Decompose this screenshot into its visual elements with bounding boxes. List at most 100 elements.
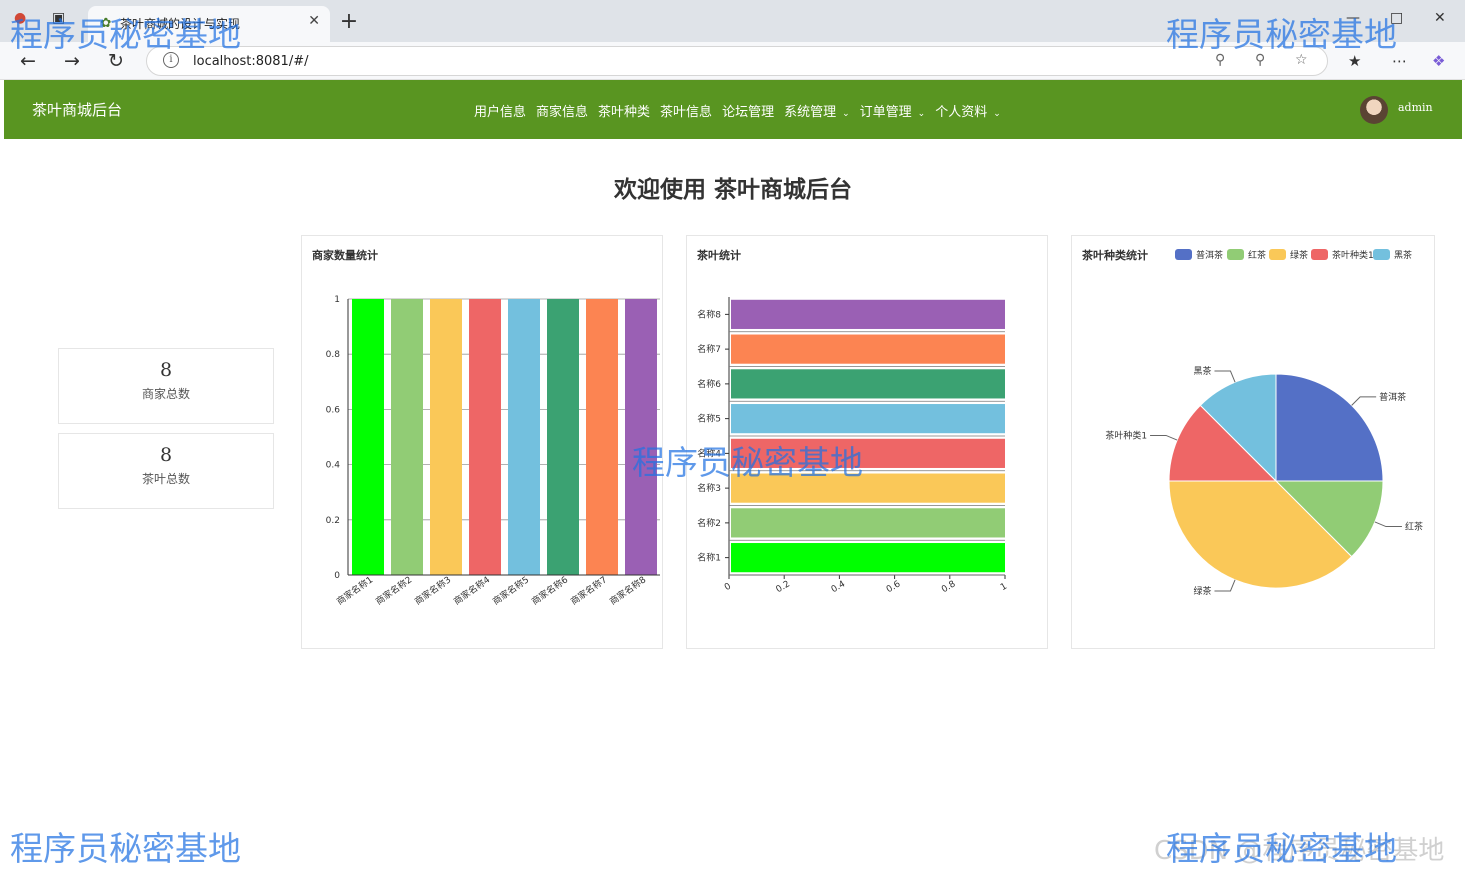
- legend-swatch: [1373, 249, 1390, 260]
- close-tab-icon[interactable]: ✕: [308, 13, 320, 29]
- site-info-icon[interactable]: i: [163, 52, 179, 68]
- menu-item-tea-types[interactable]: 茶叶种类: [598, 101, 650, 120]
- merchant-bar-chart-card: 商家数量统计 0 0.2 0.4 0.6 0.8 1 商家名称1 商家名称2 商家名称3 商家名称4…: [301, 235, 663, 649]
- x-tick-label: 1: [999, 582, 1009, 594]
- y-tick-label: 0.2: [326, 516, 340, 526]
- username[interactable]: admin: [1398, 101, 1433, 114]
- bar: [391, 299, 423, 575]
- bar: [731, 334, 1005, 364]
- page-title: 欢迎使用 茶叶商城后台: [613, 177, 852, 203]
- y-tick-label: 0.4: [326, 461, 341, 471]
- zoom-icon[interactable]: ⚲: [1255, 52, 1265, 68]
- stat-label: 茶叶总数: [141, 472, 190, 486]
- favorite-icon[interactable]: ☆: [1295, 52, 1308, 68]
- stat-label: 商家总数: [141, 387, 190, 401]
- menu-item-orders[interactable]: 订单管理 ⌄: [860, 101, 926, 120]
- pie-label-line: [1214, 579, 1236, 592]
- profile-icon[interactable]: ●: [14, 10, 26, 26]
- bar: [731, 543, 1005, 573]
- menu-item-forum[interactable]: 论坛管理: [722, 101, 774, 120]
- avatar[interactable]: [1360, 96, 1388, 124]
- brand-title: 茶叶商城后台: [32, 101, 123, 119]
- pie-label-line: [1214, 370, 1236, 383]
- legend-label: 红茶: [1248, 249, 1266, 261]
- chart-title: 商家数量统计: [312, 248, 378, 262]
- reload-icon[interactable]: ↻: [103, 48, 129, 74]
- merchant-bar-chart: 商家数量统计 0 0.2 0.4 0.6 0.8 1 商家名称1 商家名称2 商家名称3 商家名称4…: [312, 248, 660, 608]
- menu-item-system[interactable]: 系统管理 ⌄: [784, 101, 850, 120]
- legend-label: 普洱茶: [1196, 249, 1223, 261]
- tea-type-pie-chart: 茶叶种类统计 普洱茶 红茶 绿茶 茶叶种类1 黑茶普洱茶红茶绿茶茶叶种类1黑茶: [1081, 248, 1423, 597]
- tea-bar-chart-card: 茶叶统计 0 0.2 0.4 0.6 0.8 1 名称1 名称2 名称3 名称4 名称5 名称6 名称7 名…: [686, 235, 1048, 649]
- x-tick-label: 商家名称5: [490, 574, 531, 608]
- y-tick-label: 1: [334, 295, 340, 305]
- menu-item-users[interactable]: 用户信息: [474, 101, 526, 120]
- stat-card-teas: 8 茶叶总数: [58, 433, 274, 509]
- new-tab-icon[interactable]: +: [338, 8, 360, 36]
- stat-value: 8: [159, 359, 173, 381]
- pie-label: 绿茶: [1193, 585, 1211, 597]
- legend-label: 茶叶种类1: [1332, 249, 1374, 261]
- bar: [586, 299, 618, 575]
- x-tick-label: 商家名称4: [451, 573, 492, 607]
- forward-icon[interactable]: →: [59, 48, 85, 74]
- chart-title: 茶叶种类统计: [1081, 248, 1148, 262]
- bar: [731, 299, 1005, 329]
- bar: [508, 299, 540, 575]
- app-page: 茶叶商城后台 用户信息 商家信息 茶叶种类 茶叶信息 论坛管理 系统管理 ⌄ 订单…: [4, 80, 1462, 873]
- bar: [731, 508, 1005, 538]
- stat-card-merchants: 8 商家总数: [58, 348, 274, 424]
- pie-label-line: [1150, 434, 1178, 441]
- x-tick-label: 商家名称1: [334, 574, 375, 608]
- browser-tab[interactable]: ✿ 茶叶商城的设计与实现 ✕: [88, 6, 330, 42]
- pie-label-line: [1351, 396, 1377, 406]
- url-text[interactable]: localhost:8081/#/: [193, 54, 308, 69]
- tab-title: 茶叶商城的设计与实现: [120, 17, 241, 31]
- browser-tabbar: ● ▣ ✿ 茶叶商城的设计与实现 ✕ + — □ ✕: [0, 0, 1465, 42]
- pie-label: 红茶: [1405, 521, 1423, 533]
- collections-icon[interactable]: ★: [1348, 52, 1361, 70]
- pie-label-line: [1374, 521, 1402, 528]
- chart-title: 茶叶统计: [696, 248, 741, 262]
- menu-item-tea-info[interactable]: 茶叶信息: [660, 101, 712, 120]
- y-tick-label: 名称6: [697, 378, 721, 390]
- pie-label: 普洱茶: [1379, 391, 1406, 403]
- back-icon[interactable]: ←: [15, 48, 41, 74]
- bar: [547, 299, 579, 575]
- csdn-watermark: CSDN @程序员秘密基地: [1154, 836, 1445, 866]
- address-bar: ← → ↻ i localhost:8081/#/ ⚲ ⚲ ☆ ★ ⋯ ❖: [0, 42, 1465, 80]
- menu-item-profile[interactable]: 个人资料 ⌄: [935, 101, 1001, 120]
- top-navbar: 茶叶商城后台 用户信息 商家信息 茶叶种类 茶叶信息 论坛管理 系统管理 ⌄ 订单…: [4, 80, 1462, 139]
- y-tick-label: 0: [334, 571, 340, 581]
- y-tick-label: 名称4: [697, 447, 721, 459]
- key-icon[interactable]: ⚲: [1215, 52, 1225, 68]
- x-tick-label: 0.6: [885, 579, 903, 595]
- menu-item-merchants[interactable]: 商家信息: [536, 101, 588, 120]
- tea-type-pie-chart-card: 茶叶种类统计 普洱茶 红茶 绿茶 茶叶种类1 黑茶 普洱茶 红茶 绿茶 茶叶种类1 黑茶: [1071, 235, 1435, 649]
- tab-actions-icon[interactable]: ▣: [52, 10, 65, 26]
- favicon-icon: ✿: [100, 16, 112, 31]
- copilot-icon[interactable]: ❖: [1432, 52, 1445, 70]
- close-window-icon[interactable]: ✕: [1434, 10, 1446, 26]
- legend-swatch: [1311, 249, 1328, 260]
- bar: [731, 404, 1005, 434]
- x-tick-label: 商家名称2: [373, 574, 414, 608]
- bar: [731, 438, 1005, 468]
- bar: [731, 473, 1005, 503]
- main-menu: 用户信息 商家信息 茶叶种类 茶叶信息 论坛管理 系统管理 ⌄ 订单管理 ⌄ 个人资…: [474, 101, 1001, 120]
- more-icon[interactable]: ⋯: [1392, 52, 1407, 70]
- legend-swatch: [1175, 249, 1192, 260]
- chevron-down-icon: ⌄: [993, 109, 1001, 119]
- x-tick-label: 商家名称6: [529, 573, 570, 607]
- tea-bar-chart: 茶叶统计 0 0.2 0.4 0.6 0.8 1 名称1 名称2 名称3 名称4 名称5 名称6 名称7 名…: [696, 248, 1009, 595]
- maximize-icon[interactable]: □: [1390, 10, 1403, 26]
- x-tick-label: 0.8: [940, 579, 958, 595]
- minimize-icon[interactable]: —: [1346, 10, 1360, 26]
- url-field[interactable]: i localhost:8081/#/ ⚲ ⚲ ☆: [146, 46, 1328, 76]
- y-tick-label: 名称8: [697, 308, 721, 320]
- legend-label: 绿茶: [1290, 249, 1308, 261]
- chevron-down-icon: ⌄: [917, 109, 926, 119]
- bar: [625, 299, 657, 575]
- bar: [469, 299, 501, 575]
- legend-swatch: [1269, 249, 1286, 260]
